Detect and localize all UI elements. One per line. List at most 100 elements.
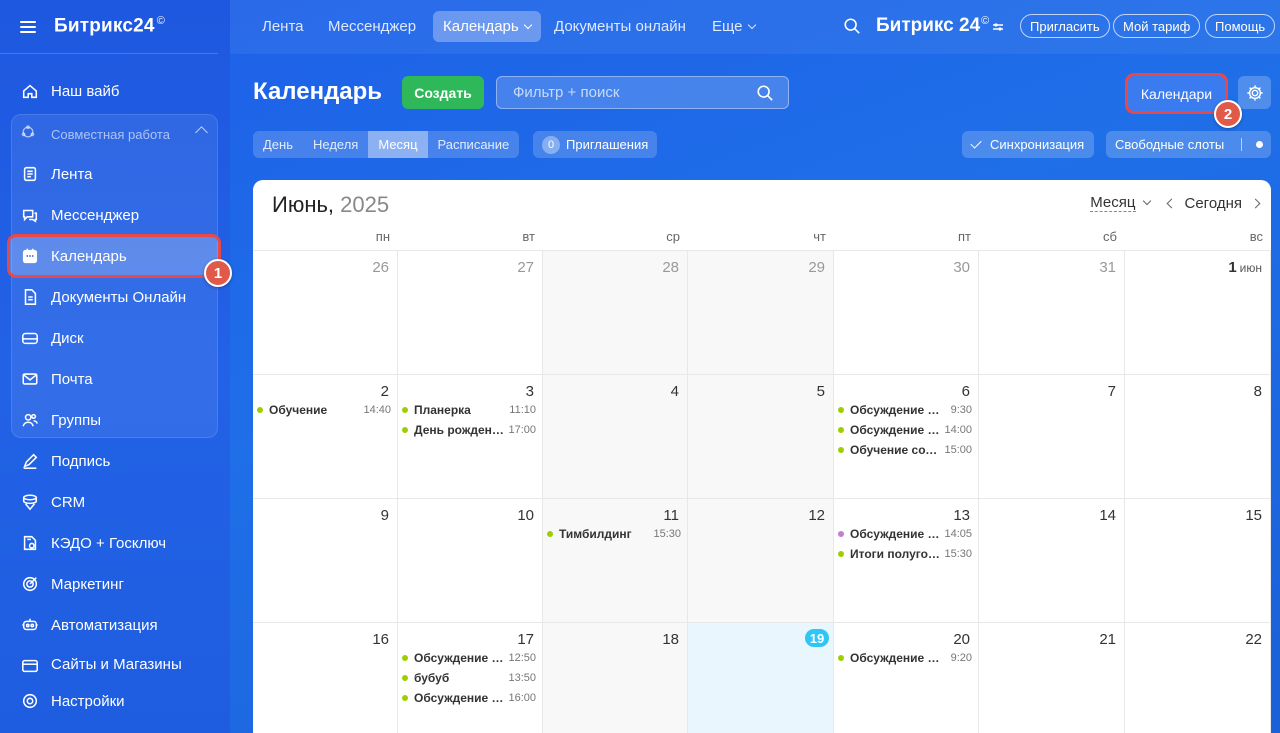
event-item[interactable]: Обсуждение проекта9:30 <box>838 401 972 419</box>
tab-month[interactable]: Месяц <box>368 131 428 158</box>
day-cell[interactable]: 27 <box>398 250 543 374</box>
day-number[interactable]: 14 <box>1099 507 1116 524</box>
next-arrow-icon[interactable] <box>1250 198 1261 208</box>
day-cell[interactable]: 3 Планерка 11:10 День рождения 17:00 <box>398 374 543 498</box>
sidebar-item-mail[interactable]: Почта <box>10 360 218 398</box>
event-item[interactable]: День рождения 17:00 <box>402 421 536 439</box>
day-number[interactable]: 18 <box>662 631 679 648</box>
sidebar-item-feed[interactable]: Лента <box>10 155 218 193</box>
free-slots-toggle[interactable]: Свободные слоты <box>1106 131 1271 158</box>
sidebar-item-our-vibe[interactable]: Наш вайб <box>10 72 218 110</box>
event-item[interactable]: Обсуждение задач14:00 <box>838 421 972 439</box>
event-item[interactable]: Обсуждение плана14:05 <box>838 525 972 543</box>
day-number[interactable]: 11 <box>663 507 679 524</box>
event-item[interactable]: Обсуждение задач12:50 <box>402 649 536 667</box>
day-number[interactable]: 9 <box>381 507 389 524</box>
tab-week[interactable]: Неделя <box>303 131 368 158</box>
day-cell[interactable]: 6Обсуждение проекта9:30Обсуждение задач1… <box>834 374 979 498</box>
day-cell[interactable]: 8 <box>1125 374 1271 498</box>
day-number[interactable]: 15 <box>1245 507 1262 524</box>
prev-arrow-icon[interactable] <box>1166 198 1176 208</box>
sidebar-item-crm[interactable]: CRM <box>10 483 218 521</box>
day-cell[interactable]: 21 <box>979 622 1125 733</box>
day-number[interactable]: 3 <box>526 383 534 400</box>
sidebar-item-messenger[interactable]: Мессенджер <box>10 196 218 234</box>
invite-button[interactable]: Пригласить <box>1020 14 1110 38</box>
chevron-up-icon[interactable] <box>195 126 208 139</box>
day-number[interactable]: 27 <box>517 259 534 276</box>
sidebar-item-documents[interactable]: Документы Онлайн <box>10 278 218 316</box>
day-number[interactable]: 22 <box>1245 631 1262 648</box>
create-button[interactable]: Создать <box>402 76 484 109</box>
sidebar-item-signature[interactable]: Подпись <box>10 442 218 480</box>
sidebar-item-settings[interactable]: Настройки <box>10 682 218 720</box>
nav-messenger[interactable]: Мессенджер <box>318 11 426 42</box>
search-input[interactable]: Фильтр + поиск <box>496 76 789 109</box>
day-cell[interactable]: 17Обсуждение задач12:50 бубуб13:50 Обсужде… <box>398 622 543 733</box>
toggle-switch[interactable] <box>1241 138 1263 151</box>
calendar-settings-button[interactable] <box>1238 76 1271 109</box>
day-number[interactable]: 4 <box>671 383 679 400</box>
day-cell[interactable]: 28 <box>543 250 688 374</box>
event-item[interactable]: бубуб 13:50 <box>402 669 536 687</box>
day-cell[interactable]: 16 <box>253 622 398 733</box>
day-number[interactable]: 30 <box>953 259 970 276</box>
day-number[interactable]: 21 <box>1099 631 1116 648</box>
nav-feed[interactable]: Лента <box>252 11 314 42</box>
day-number[interactable]: 5 <box>817 383 825 400</box>
day-cell[interactable]: 2 Обучение 14:40 <box>253 374 398 498</box>
sidebar-item-kedo[interactable]: КЭДО + Госключ <box>10 524 218 562</box>
settings-sliders-icon[interactable] <box>992 21 1004 33</box>
sidebar-item-sites[interactable]: Сайты и Магазины <box>10 656 218 676</box>
day-cell[interactable]: 15 <box>1125 498 1271 622</box>
day-cell[interactable]: 26 <box>253 250 398 374</box>
day-cell[interactable]: 10 <box>398 498 543 622</box>
day-number[interactable]: 2 <box>381 383 389 400</box>
day-cell[interactable]: 5 <box>688 374 834 498</box>
search-icon[interactable] <box>843 17 861 35</box>
day-cell[interactable]: 11 Тимбилдинг 15:30 <box>543 498 688 622</box>
sidebar-item-calendar[interactable]: Календарь <box>10 237 218 275</box>
tab-schedule[interactable]: Расписание <box>428 131 520 158</box>
day-cell[interactable]: 12 <box>688 498 834 622</box>
day-cell[interactable]: 13Обсуждение плана14:05 Итоги полугодия15… <box>834 498 979 622</box>
sidebar-item-disk[interactable]: Диск <box>10 319 218 357</box>
event-item[interactable]: Планерка 11:10 <box>402 401 536 419</box>
help-button[interactable]: Помощь <box>1205 14 1276 38</box>
day-number[interactable]: 10 <box>517 507 534 524</box>
day-number[interactable]: 29 <box>808 259 825 276</box>
sidebar-group-collaboration[interactable]: Совместная работа <box>10 118 218 150</box>
menu-icon[interactable] <box>20 20 36 33</box>
day-cell[interactable]: 29 <box>688 250 834 374</box>
today-button[interactable]: Сегодня <box>1185 195 1243 212</box>
sidebar-item-marketing[interactable]: Маркетинг <box>10 565 218 603</box>
day-cell[interactable]: 20Обсуждение релиза9:20 <box>834 622 979 733</box>
sync-button[interactable]: Синхронизация <box>962 131 1094 158</box>
day-number[interactable]: 12 <box>808 507 825 524</box>
day-cell[interactable]: 14 <box>979 498 1125 622</box>
tab-day[interactable]: День <box>253 131 303 158</box>
event-item[interactable]: Обсуждение релиза9:20 <box>838 649 972 667</box>
event-item[interactable]: Обучение 14:40 <box>257 401 391 419</box>
nav-documents[interactable]: Документы онлайн <box>544 11 696 42</box>
day-cell[interactable]: 7 <box>979 374 1125 498</box>
event-item[interactable]: Обсуждение проекта16:00 <box>402 689 536 707</box>
sidebar-item-groups[interactable]: Группы <box>10 401 218 439</box>
day-number[interactable]: 26 <box>372 259 389 276</box>
event-item[interactable]: Итоги полугодия 15:30 <box>838 545 972 563</box>
sidebar-item-automation[interactable]: Автоматизация <box>10 606 218 644</box>
my-tariff-button[interactable]: Мой тариф <box>1113 14 1201 38</box>
mode-select[interactable]: Месяц <box>1090 194 1136 212</box>
top-brand[interactable]: Битрикс 24 © <box>876 15 1004 37</box>
day-cell[interactable]: 4 <box>543 374 688 498</box>
day-number[interactable]: 1 июн <box>1228 259 1262 276</box>
day-cell[interactable]: 9 <box>253 498 398 622</box>
day-number[interactable]: 17 <box>517 631 534 648</box>
day-number[interactable]: 20 <box>953 631 970 648</box>
day-cell[interactable]: 31 <box>979 250 1125 374</box>
today-badge[interactable]: 19 <box>805 629 829 647</box>
day-number[interactable]: 28 <box>662 259 679 276</box>
invitations-button[interactable]: 0 Приглашения <box>533 131 657 158</box>
day-cell[interactable]: 1 июн <box>1125 250 1271 374</box>
day-number[interactable]: 13 <box>953 507 970 524</box>
